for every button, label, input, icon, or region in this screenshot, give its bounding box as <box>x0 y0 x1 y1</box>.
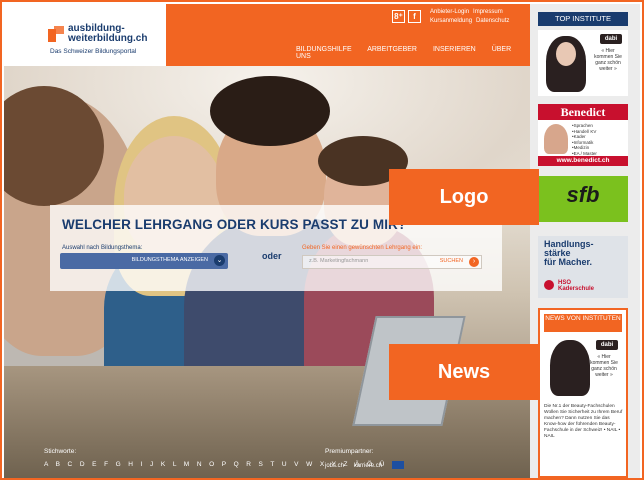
logo-subtitle: Das Schweizer Bildungsportal <box>50 48 137 55</box>
premium-partner-label: Premiumpartner: <box>325 448 374 455</box>
ad-hso[interactable]: Handlungs- stärke für Macher. HSO Kaders… <box>538 236 628 298</box>
benedict-person-photo <box>544 124 568 154</box>
premium-partners: jobs.ch karriere.ch <box>325 461 412 469</box>
benedict-list: •Sprachen •Handel/ KV •Kader •Informatik •Me… <box>572 123 597 156</box>
partner-karriere-ch[interactable]: karriere.ch <box>354 463 382 469</box>
annotation-logo: Logo <box>389 169 539 225</box>
chevron-down-icon: ⌄ <box>214 255 225 266</box>
dabi-logo: dabi <box>600 34 622 44</box>
search-title: WELCHER LEHRGANG ODER KURS PASST ZU MIR? <box>62 217 407 232</box>
topic-select[interactable]: BILDUNGSTHEMA ANZEIGEN ⌄ <box>60 253 228 269</box>
link-impressum[interactable]: Impressum <box>473 9 503 15</box>
ad-dabi[interactable]: dabi « Hier kommen Sie ganz schön weiter… <box>538 30 628 96</box>
news-dabi-ad: dabi « Hier kommen Sie ganz schön weiter… <box>540 336 626 398</box>
logo-mark-icon <box>48 26 64 42</box>
nav-arbeitgeber[interactable]: ARBEITGEBER <box>367 46 417 53</box>
site-logo[interactable]: ausbildung- weiterbildung.ch Das Schweiz… <box>4 4 166 66</box>
sidebar: TOP INSTITUTE dabi « Hier kommen Sie gan… <box>530 4 640 478</box>
hso-logo-icon <box>544 280 554 290</box>
ad-sfb[interactable]: sfb <box>538 176 628 222</box>
link-anbieter-login[interactable]: Anbieter-Login <box>430 9 469 15</box>
nav-inserieren[interactable]: INSERIEREN <box>433 46 476 53</box>
course-search-input[interactable]: z.B. Marketingfachmann SUCHEN › <box>302 255 482 269</box>
news-dabi-text: « Hier kommen Sie ganz schön weiter » <box>590 354 618 378</box>
news-woman-photo <box>550 340 590 396</box>
main-nav: BILDUNGSHILFE ARBEITGEBER INSERIEREN ÜBE… <box>296 46 530 60</box>
partner-logo-icon[interactable] <box>391 461 404 469</box>
benedict-url: www.benedict.ch <box>538 156 628 166</box>
news-heading: NEWS VON INSTITUTEN <box>544 314 622 332</box>
arrow-right-icon[interactable]: › <box>469 257 479 267</box>
news-body[interactable]: Die Nr.1 der Beauty-Fachschulen Wollen S… <box>544 404 624 440</box>
benedict-logo: Benedict <box>538 104 628 120</box>
hso-slogan: Handlungs- stärke für Macher. <box>544 239 594 267</box>
sfb-logo: sfb <box>566 182 600 207</box>
link-datenschutz[interactable]: Datenschutz <box>476 18 509 24</box>
ad-benedict[interactable]: Benedict •Sprachen •Handel/ KV •Kader •Info… <box>538 104 628 166</box>
topic-select-label: Auswahl nach Bildungsthema: <box>62 245 143 251</box>
link-kursanmeldung[interactable]: Kursanmeldung <box>430 18 472 24</box>
partner-jobs-ch[interactable]: jobs.ch <box>325 463 344 469</box>
keywords-label: Stichworte: <box>44 448 77 455</box>
nav-bildungshilfe[interactable]: BILDUNGSHILFE <box>296 46 352 53</box>
hso-name: HSO Kaderschule <box>558 280 595 292</box>
or-separator: oder <box>262 251 282 261</box>
dabi-ad-text: « Hier kommen Sie ganz schön weiter » <box>594 48 622 72</box>
logo-title: ausbildung- weiterbildung.ch <box>68 23 148 44</box>
top-institute-heading: TOP INSTITUTE <box>538 12 628 26</box>
header-bar: 8⁺ f Anbieter-Login Impressum Kursanmeldu… <box>166 4 530 66</box>
top-links: Anbieter-Login Impressum Kursanmeldung Dat… <box>430 8 513 26</box>
course-search-placeholder: z.B. Marketingfachmann <box>309 258 369 264</box>
course-input-label: Geben Sie einen gewünschten Lehrgang ein… <box>302 245 423 251</box>
annotation-news: News <box>389 344 539 400</box>
facebook-icon[interactable]: f <box>408 10 421 23</box>
google-plus-icon[interactable]: 8⁺ <box>392 10 405 23</box>
news-dabi-logo: dabi <box>596 340 618 350</box>
news-box[interactable]: NEWS VON INSTITUTEN dabi « Hier kommen S… <box>538 308 628 478</box>
search-button-label[interactable]: SUCHEN <box>440 258 463 264</box>
topic-select-value: BILDUNGSTHEMA ANZEIGEN <box>131 257 208 263</box>
